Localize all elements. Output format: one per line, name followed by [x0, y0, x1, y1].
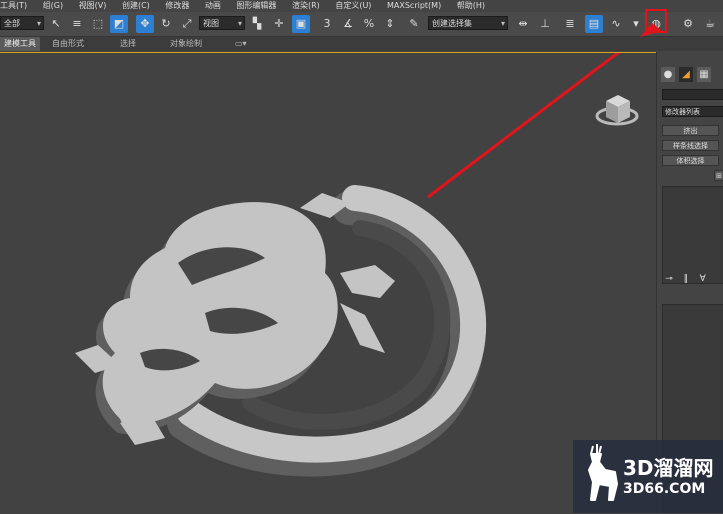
reference-coordinate-dropdown[interactable]: 视图 — [199, 16, 245, 30]
watermark-text-en: 3D66.COM — [623, 481, 706, 497]
angle-snap-icon[interactable]: ∡ — [339, 15, 357, 33]
edit-named-selection-icon[interactable]: ✎ — [405, 15, 423, 33]
percent-snap-icon[interactable]: % — [360, 15, 378, 33]
menu-customize[interactable]: 自定义(U) — [335, 0, 371, 12]
menu-rendering[interactable]: 渲染(R) — [292, 0, 320, 12]
show-end-result-icon[interactable]: ‖ — [679, 274, 693, 284]
align-icon[interactable]: ⊥ — [536, 15, 554, 33]
viewcube-icon[interactable] — [595, 95, 639, 126]
stack-tools: ⊸ ‖ ∀ — [662, 274, 710, 288]
snaps-toggle-label: 3 — [323, 17, 331, 30]
scene-explorer-icon[interactable]: ▤ — [585, 15, 603, 33]
watermark: 3D溜溜网 3D66.COM — [573, 440, 723, 513]
menu-view[interactable]: 视图(V) — [79, 0, 107, 12]
menu-help[interactable]: 帮助(H) — [457, 0, 485, 12]
pivot-center-icon[interactable]: ▚ — [248, 15, 266, 33]
volume-select-button[interactable]: 体积选择 — [662, 155, 719, 166]
named-selection-dropdown[interactable]: 创建选择集 — [428, 16, 508, 30]
spline-select-button[interactable]: 样条线选择 — [662, 140, 719, 151]
material-editor-highlight — [645, 9, 667, 33]
hierarchy-tab-icon[interactable]: ▦ — [697, 67, 711, 82]
menu-group[interactable]: 组(G) — [43, 0, 63, 12]
schematic-view-icon[interactable]: ▾ — [627, 15, 645, 33]
selection-filter-dropdown[interactable]: 全部 — [0, 16, 44, 30]
curve-editor-icon[interactable]: ∿ — [607, 15, 625, 33]
deer-logo-icon — [588, 444, 618, 501]
select-manipulate-icon[interactable]: ✛ — [270, 15, 288, 33]
snaps-toggle-icon[interactable]: 3 — [318, 15, 336, 33]
modify-tab-icon[interactable]: ◢ — [679, 67, 693, 82]
create-tab-icon[interactable]: ● — [661, 67, 675, 82]
ribbon-tab-modeling[interactable]: 建模工具 — [0, 37, 40, 51]
spinner-snap-icon[interactable]: ⇕ — [381, 15, 399, 33]
select-rotate-icon[interactable]: ↻ — [157, 15, 175, 33]
menu-graph-editors[interactable]: 图形编辑器 — [236, 0, 276, 12]
ribbon-tab-selection[interactable]: 选择 — [120, 37, 136, 51]
extrude-button[interactable]: 挤出 — [662, 125, 719, 136]
select-object-icon[interactable]: ↖ — [47, 15, 65, 33]
object-name-field[interactable] — [662, 89, 723, 100]
main-toolbar: 全部 ↖ ≡ ⬚ ◩ ✥ ↻ ⤢ 视图 ▚ ✛ ▣ 3 ∡ % ⇕ ✎ 创建选择… — [0, 12, 723, 37]
render-frame-window-icon[interactable]: ☕ — [701, 15, 719, 33]
select-scale-icon[interactable]: ⤢ — [178, 15, 196, 33]
modifier-sets-button[interactable]: ⊞ — [714, 170, 723, 181]
keyboard-shortcut-toggle-icon[interactable]: ▣ — [292, 15, 310, 33]
make-unique-icon[interactable]: ∀ — [696, 274, 710, 284]
ribbon-tab-freeform[interactable]: 自由形式 — [52, 37, 84, 51]
ribbon-options-icon[interactable]: ▭▾ — [235, 37, 247, 51]
window-crossing-icon[interactable]: ◩ — [110, 15, 128, 33]
menu-modifiers[interactable]: 修改器 — [165, 0, 189, 12]
menu-create[interactable]: 创建(C) — [122, 0, 150, 12]
menu-maxscript[interactable]: MAXScript(M) — [387, 0, 441, 12]
dragon-logo-model[interactable] — [75, 185, 487, 477]
ribbon-tab-object-paint[interactable]: 对象绘制 — [170, 37, 202, 51]
perspective-viewport[interactable] — [0, 23, 662, 514]
mirror-icon[interactable]: ⇹ — [514, 15, 532, 33]
select-by-name-icon[interactable]: ≡ — [68, 15, 86, 33]
menu-bar: 工具(T) 组(G) 视图(V) 创建(C) 修改器 动画 图形编辑器 渲染(R… — [0, 0, 723, 12]
render-setup-icon[interactable]: ⚙ — [679, 15, 697, 33]
percent-snap-label: % — [363, 17, 375, 30]
modifier-list-dropdown[interactable]: 修改器列表 — [662, 106, 723, 117]
rectangular-selection-icon[interactable]: ⬚ — [89, 15, 107, 33]
pin-stack-icon[interactable]: ⊸ — [662, 274, 676, 284]
select-move-icon[interactable]: ✥ — [136, 15, 154, 33]
ribbon-tabs: 建模工具 自由形式 选择 对象绘制 ▭▾ — [0, 37, 723, 51]
watermark-text-cn: 3D溜溜网 — [623, 456, 714, 480]
menu-animation[interactable]: 动画 — [205, 0, 221, 12]
modifier-stack[interactable] — [662, 186, 723, 284]
menu-tools[interactable]: 工具(T) — [0, 0, 27, 12]
layer-manager-icon[interactable]: ≣ — [561, 15, 579, 33]
